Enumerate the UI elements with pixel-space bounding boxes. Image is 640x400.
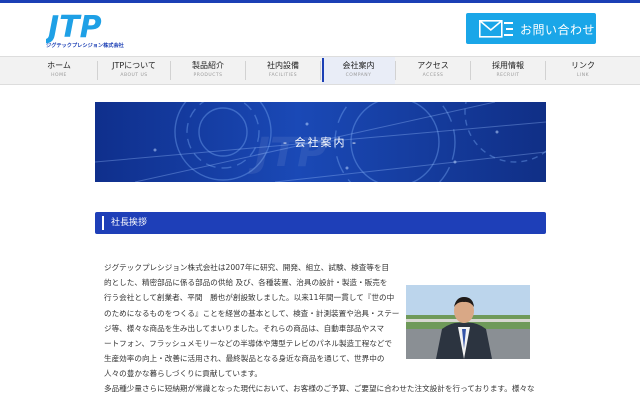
page-title: - 会社案内 - [283, 136, 358, 149]
nav-item-about[interactable]: JTPについて ABOUT US [98, 57, 170, 84]
greeting-line: 多品種少量さらに短納期が常識となった現代において、お客様のご予算、ご要望に合わせ… [104, 384, 535, 393]
nav-label: 社内設備 [267, 61, 299, 70]
jtp-logo[interactable]: JTP ジグテックプレシジョン株式会社 [43, 9, 130, 49]
nav-item-link[interactable]: リンク LINK [546, 57, 620, 84]
nav-sublabel: FACILITIES [268, 73, 298, 78]
nav-sublabel: PRODUCTS [193, 73, 223, 78]
greeting-text: ジグテックプレシジョン株式会社は2007年に研究、開発、組立、試験、検査等を目 … [104, 260, 400, 382]
greeting-line: 生産効率の向上・改善に活用され、最終製品となる身近な商品を通じて、世界中の [104, 354, 385, 364]
svg-text:JTP: JTP [46, 10, 102, 45]
nav-sublabel: ABOUT US [120, 73, 148, 78]
mail-icon [479, 20, 513, 38]
greeting-line: ジ等、様々な商品を生み出してまいりました。それらの商品は、自動車部品やスマ [104, 323, 385, 333]
contact-label: お問い合わせ [520, 23, 596, 37]
nav-label: アクセス [417, 61, 449, 70]
section-heading-text: 社長挨拶 [111, 218, 148, 228]
greeting-line: ジグテックプレシジョン株式会社は2007年に研究、開発、組立、試験、検査等を目 [104, 263, 390, 272]
nav-label: 採用情報 [492, 61, 524, 70]
greeting-line: ートフォン、フラッシュメモリーなどの半導体や薄型テレビのパネル製造工程などで [104, 339, 392, 349]
nav-label: 製品紹介 [192, 61, 224, 70]
section-heading: 社長挨拶 [95, 212, 546, 234]
greeting-line: 人々の豊かな暮らしづくりに貢献しています。 [104, 369, 263, 379]
nav-item-products[interactable]: 製品紹介 PRODUCTS [171, 57, 245, 84]
nav-sublabel: HOME [51, 73, 67, 78]
nav-sublabel: RECRUIT [496, 73, 520, 78]
nav-sublabel: ACCESS [422, 73, 444, 78]
site-header: JTP ジグテックプレシジョン株式会社 お問い合わせ [0, 3, 640, 56]
page-hero-banner: JTP - 会社案内 - [95, 102, 546, 182]
nav-item-facilities[interactable]: 社内設備 FACILITIES [246, 57, 320, 84]
president-photo [406, 285, 530, 359]
nav-label: リンク [571, 61, 595, 70]
nav-divider [320, 61, 321, 80]
nav-label: JTPについて [112, 61, 156, 70]
nav-label: 会社案内 [342, 61, 375, 70]
main-nav: ホーム HOME JTPについて ABOUT US 製品紹介 PRODUCTS … [0, 56, 640, 85]
greeting-line: 的とした、精密部品に係る部品の供給 及び、各種装置、治具の設計・製造・販売を [104, 278, 388, 288]
nav-item-company[interactable]: 会社案内 COMPANY [322, 57, 395, 84]
nav-item-access[interactable]: アクセス ACCESS [396, 57, 470, 84]
section-heading-accent [102, 216, 104, 230]
nav-sublabel: COMPANY [345, 73, 372, 78]
greeting-line: 行う会社として創業者、平間 勝也が創設致しました。以来11年間一貫して『世の中 [104, 293, 395, 303]
greeting-line: のためになるものをつくる』ことを経営の基本として、検査・計測装置や治具・ステー [104, 308, 400, 318]
nav-sublabel: LINK [576, 73, 590, 78]
nav-label: ホーム [47, 61, 71, 70]
nav-item-home[interactable]: ホーム HOME [21, 57, 97, 84]
nav-item-recruit[interactable]: 採用情報 RECRUIT [471, 57, 545, 84]
contact-button[interactable]: お問い合わせ [466, 13, 596, 44]
logo-subtitle: ジグテックプレシジョン株式会社 [46, 41, 125, 49]
